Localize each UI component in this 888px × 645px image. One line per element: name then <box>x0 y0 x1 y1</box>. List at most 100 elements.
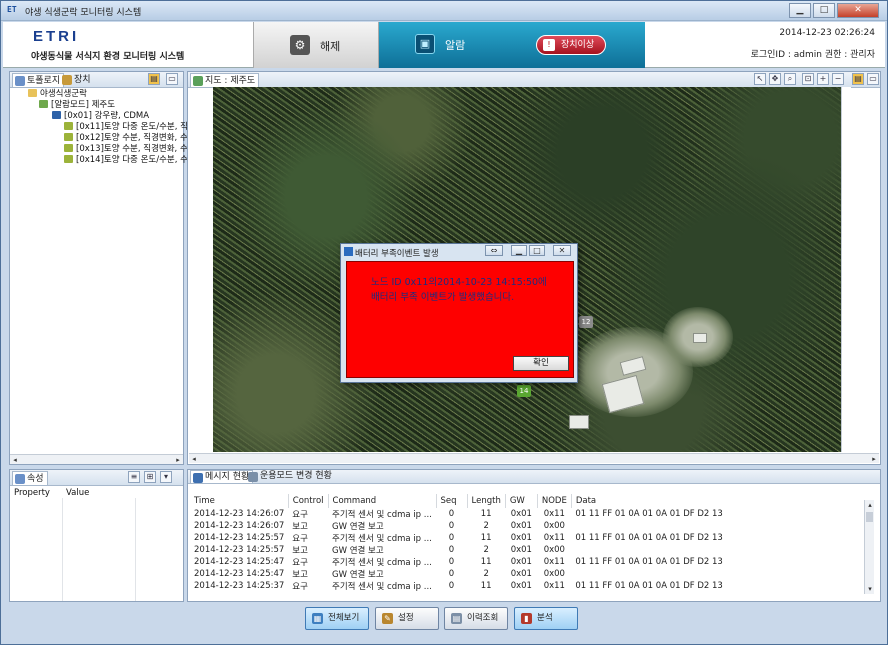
pan-icon[interactable]: ✥ <box>769 73 781 85</box>
dialog-maximize-button[interactable]: □ <box>529 245 545 256</box>
col-seq[interactable]: Seq <box>436 494 468 508</box>
scroll-left-icon[interactable]: ◂ <box>10 455 20 465</box>
cell-seq: 0 <box>448 581 455 591</box>
device-alert-icon: ! <box>543 39 555 51</box>
cell-node: 0x11 <box>543 557 565 567</box>
scroll-up-icon[interactable]: ▴ <box>865 500 875 510</box>
column-divider <box>62 498 63 601</box>
device-error-button[interactable]: ! 장치이상 <box>536 35 606 55</box>
col-gw[interactable]: GW <box>505 494 538 508</box>
col-time[interactable]: Time <box>190 494 289 508</box>
table-row[interactable]: 2014-12-23 14:25:47 요구 주기적 센서 및 cdma ip … <box>190 556 871 568</box>
battery-alert-dialog: 배터리 부족이벤트 발생 ⇔ ▁ □ ✕ 노드 ID 0x11의2014-10-… <box>340 243 578 383</box>
properties-tabbar: 속성 ≡ ⊞ ▾ <box>10 470 183 486</box>
maximize-button[interactable]: □ <box>813 3 835 18</box>
tab-mode-changes-label: 운용모드 변경 현황 <box>260 471 332 481</box>
tree-item-node-13[interactable]: [0x13]토양 수분, 직경변화, 수 <box>64 144 188 155</box>
filter-icon[interactable]: ▾ <box>160 471 172 483</box>
zoom-out-icon[interactable]: − <box>832 73 844 85</box>
table-row[interactable]: 2014-12-23 14:26:07 보고 GW 연결 보고 0 2 0x01… <box>190 520 871 532</box>
topology-hscrollbar[interactable]: ◂ ▸ <box>10 454 183 464</box>
dialog-minimize-button[interactable]: ▁ <box>511 245 527 256</box>
close-button[interactable]: ✕ <box>837 3 879 18</box>
zoom-icon[interactable]: ⌕ <box>784 73 796 85</box>
tab-device[interactable]: 장치 <box>60 73 94 87</box>
tree-item-node-12[interactable]: [0x12]토양 수분, 직경변화, 수 <box>64 133 188 144</box>
tree-item-label: [0x12]토양 수분, 직경변화, 수 <box>76 133 188 143</box>
category-icon[interactable]: ⊞ <box>144 471 156 483</box>
tab-messages-label: 메시지 현황 <box>205 472 250 482</box>
cell-gw: 0x01 <box>510 557 532 567</box>
tree-item-label: [0x13]토양 수분, 직경변화, 수 <box>76 144 188 154</box>
cell-length: 11 <box>480 509 492 519</box>
col-data[interactable]: Data <box>571 494 872 508</box>
release-button[interactable]: ⚙ 해제 <box>253 22 379 68</box>
tree-item-region[interactable]: [알람모드] 제주도 <box>39 100 115 111</box>
system-subtitle: 야생동식물 서식지 환경 모니터링 시스템 <box>31 52 185 62</box>
tab-mode-changes[interactable]: 운용모드 변경 현황 <box>246 470 335 483</box>
dialog-close-button[interactable]: ✕ <box>553 245 571 256</box>
cell-node: 0x00 <box>543 545 565 555</box>
col-command[interactable]: Command <box>328 494 437 508</box>
sensor-marker-14[interactable]: 14 <box>517 385 531 397</box>
table-row[interactable]: 2014-12-23 14:26:07 요구 주기적 센서 및 cdma ip … <box>190 508 871 520</box>
scroll-right-icon[interactable]: ▸ <box>869 454 879 464</box>
scroll-thumb[interactable] <box>866 512 873 522</box>
tab-properties[interactable]: 속성 <box>12 471 48 485</box>
layer-icon[interactable]: ▤ <box>852 73 864 85</box>
tab-map[interactable]: 지도 : 제주도 <box>190 73 260 87</box>
sort-icon[interactable]: ≡ <box>128 471 140 483</box>
tree-item-gateway[interactable]: [0x01] 강우량, CDMA <box>52 111 149 122</box>
settings-button[interactable]: ✎ 설정 <box>375 607 439 630</box>
col-control[interactable]: Control <box>288 494 329 508</box>
value-column-header: Value <box>66 488 90 498</box>
cell-time: 2014-12-23 14:25:57 <box>194 533 285 543</box>
log-vscrollbar[interactable]: ▴ ▾ <box>864 500 874 594</box>
cell-node: 0x11 <box>543 509 565 519</box>
map-building <box>693 333 707 343</box>
table-row[interactable]: 2014-12-23 14:25:47 보고 GW 연결 보고 0 2 0x01… <box>190 568 871 580</box>
settings-label: 설정 <box>398 613 414 623</box>
map-tabbar: 지도 : 제주도 ↖ ✥ ⌕ ⊡ + − ▤ ▭ <box>188 72 880 88</box>
scroll-left-icon[interactable]: ◂ <box>189 454 199 464</box>
cell-length: 11 <box>480 581 492 591</box>
cell-control: 보고 <box>292 546 308 556</box>
sensor-icon <box>64 144 73 152</box>
cell-data: 01 11 FF 01 0A 01 0A 01 DF D2 13 <box>575 557 723 567</box>
table-row[interactable]: 2014-12-23 14:25:57 요구 주기적 센서 및 cdma ip … <box>190 532 871 544</box>
cell-data <box>571 520 871 532</box>
tab-topology[interactable]: 토폴로지 <box>12 73 65 87</box>
zoom-in-icon[interactable]: + <box>817 73 829 85</box>
scroll-down-icon[interactable]: ▾ <box>865 584 875 594</box>
tree-item-root[interactable]: 야생식생군락 <box>28 89 87 100</box>
full-view-button[interactable]: ▦ 전체보기 <box>305 607 369 630</box>
col-node[interactable]: NODE <box>537 494 572 508</box>
map-hscrollbar[interactable]: ◂ ▸ <box>189 453 879 463</box>
export-icon[interactable]: ▭ <box>867 73 879 85</box>
collapse-icon[interactable]: ▭ <box>166 73 178 85</box>
scroll-right-icon[interactable]: ▸ <box>173 455 183 465</box>
history-button[interactable]: ▤ 이력조회 <box>444 607 508 630</box>
folder-icon <box>28 89 37 97</box>
analysis-button[interactable]: ▮ 분석 <box>514 607 578 630</box>
confirm-button[interactable]: 확인 <box>513 356 569 371</box>
sensor-marker-12[interactable]: 12 <box>579 316 593 328</box>
cell-control: 보고 <box>292 522 308 532</box>
alert-message-line2: 배터리 부족 이벤트가 발생했습니다. <box>371 292 515 303</box>
table-row[interactable]: 2014-12-23 14:25:57 보고 GW 연결 보고 0 2 0x01… <box>190 544 871 556</box>
folder-toolbar-icon[interactable]: ▤ <box>148 73 160 85</box>
tab-messages[interactable]: 메시지 현황 <box>190 470 254 483</box>
fit-icon[interactable]: ⊡ <box>802 73 814 85</box>
cell-control: 요구 <box>292 510 308 520</box>
tree-item-node-11[interactable]: [0x11]토양 다중 온도/수분, 직 <box>64 122 188 133</box>
table-row[interactable]: 2014-12-23 14:25:37 요구 주기적 센서 및 cdma ip … <box>190 580 871 592</box>
cell-control: 요구 <box>292 534 308 544</box>
message-log-table: Time Control Command Seq Length GW NODE … <box>190 494 872 592</box>
pointer-icon[interactable]: ↖ <box>754 73 766 85</box>
col-length[interactable]: Length <box>467 494 506 508</box>
map-vscrollbar[interactable] <box>841 87 851 452</box>
minimize-button[interactable]: ▁ <box>789 3 811 18</box>
alarm-panel[interactable]: ▣ 알람 ! 장치이상 <box>379 22 645 68</box>
dialog-restore-button[interactable]: ⇔ <box>485 245 503 256</box>
tree-item-node-14[interactable]: [0x14]토양 다중 온도/수분, 수 <box>64 155 188 166</box>
